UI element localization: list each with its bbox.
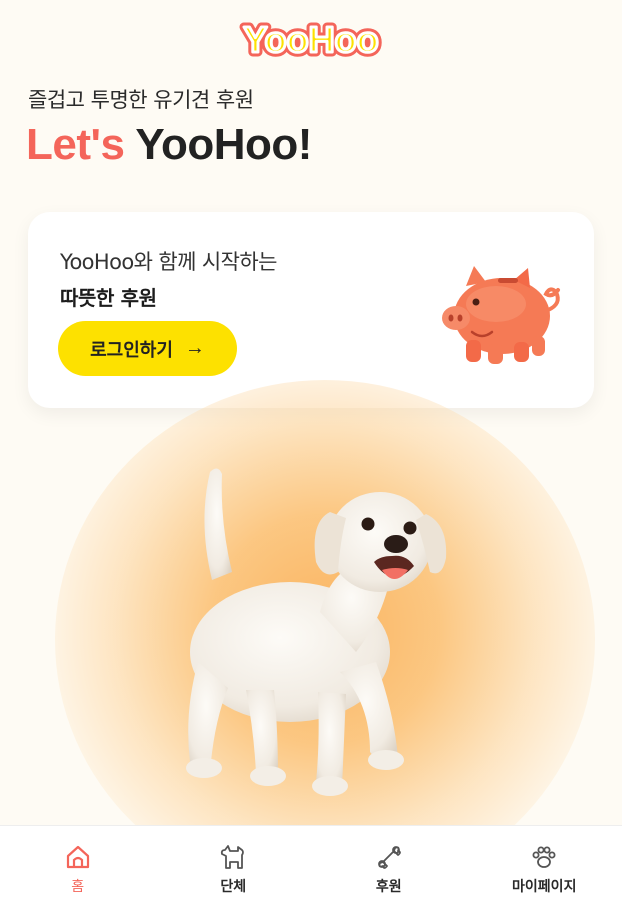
nav-item-donate[interactable]: 후원 — [311, 826, 467, 902]
login-button-label: 로그인하기 — [90, 339, 173, 360]
bottom-navigation: 홈 단체 후원 마이페이지 — [0, 825, 622, 902]
home-icon — [66, 845, 89, 869]
piggy-bank-icon — [442, 266, 560, 364]
nav-item-organization[interactable]: 단체 — [156, 826, 312, 902]
app-logo[interactable]: YooHoo YooHoo — [0, 14, 622, 66]
login-button[interactable]: 로그인하기 → — [58, 321, 237, 376]
card-headline: 따뜻한 후원 — [60, 286, 157, 310]
nav-label-donate: 후원 — [375, 879, 402, 895]
nav-item-home[interactable]: 홈 — [0, 826, 156, 902]
paw-icon — [532, 846, 556, 868]
card-intro-text: YooHoo와 함께 시작하는 — [60, 250, 277, 274]
hero-title-accent: Let's — [26, 120, 125, 169]
nav-label-home: 홈 — [71, 879, 85, 895]
dog-icon — [221, 845, 245, 869]
yoohoo-logo-image: YooHoo YooHoo — [239, 15, 383, 65]
hero-title-main: YooHoo! — [135, 120, 312, 169]
bone-icon — [377, 846, 401, 869]
login-promo-card: YooHoo와 함께 시작하는 따뜻한 후원 로그인하기 → — [28, 212, 594, 408]
arrow-right-icon: → — [184, 337, 205, 359]
nav-label-organization: 단체 — [220, 879, 247, 895]
hero-subtitle: 즐겁고 투명한 유기견 후원 — [28, 88, 254, 112]
hero-title: Let's YooHoo! — [26, 120, 312, 170]
dog-illustration — [186, 468, 447, 796]
svg-text:YooHoo: YooHoo — [243, 19, 378, 60]
nav-item-mypage[interactable]: 마이페이지 — [467, 826, 622, 902]
nav-label-mypage: 마이페이지 — [512, 879, 577, 895]
